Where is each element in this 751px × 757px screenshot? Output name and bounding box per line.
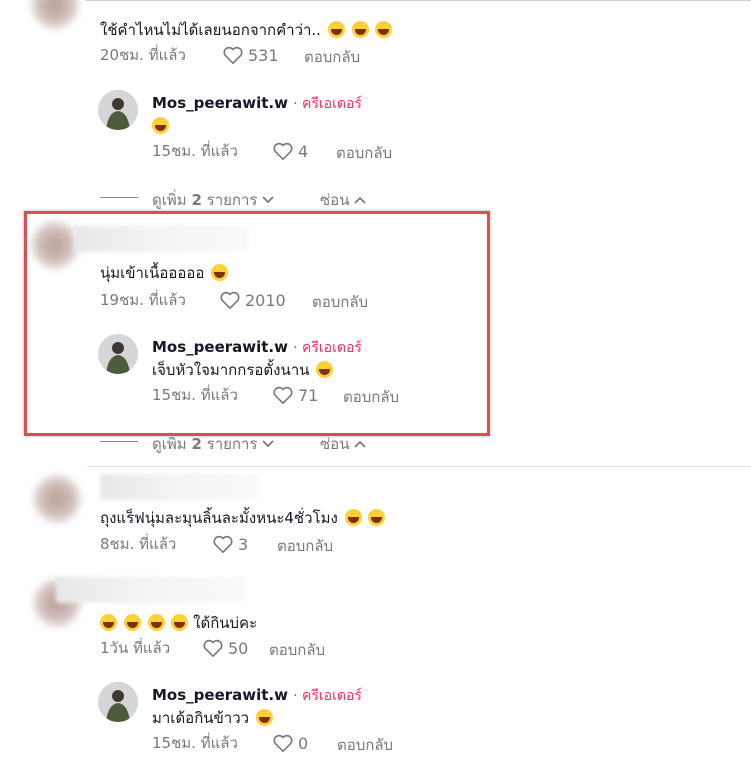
like-button[interactable]: 3 bbox=[212, 534, 248, 554]
reply-time: 15ชม. ที่แล้ว bbox=[152, 142, 238, 160]
rofl-emoji-icon bbox=[375, 21, 393, 38]
comment-time: 20ชม. ที่แล้ว bbox=[100, 46, 186, 64]
like-button[interactable]: 531 bbox=[222, 45, 279, 65]
chevron-up-icon bbox=[354, 440, 366, 448]
like-count: 3 bbox=[238, 534, 249, 554]
username-blurred bbox=[100, 474, 260, 500]
reply-header: Mos_peerawit.w · ครีเอเตอร์ bbox=[152, 93, 362, 115]
grin-emoji-icon bbox=[211, 264, 229, 281]
heart-outline-icon bbox=[273, 734, 293, 752]
rofl-emoji-icon bbox=[368, 509, 386, 526]
creator-badge: · ครีเอเตอร์ bbox=[293, 340, 362, 356]
grin-emoji-icon bbox=[123, 614, 141, 631]
hide-replies-button[interactable]: ซ่อน bbox=[320, 188, 366, 212]
top-divider bbox=[85, 0, 751, 1]
reply-time: 15ชม. ที่แล้ว bbox=[152, 386, 238, 404]
like-count: 4 bbox=[298, 141, 309, 161]
avatar-blurred bbox=[34, 476, 80, 522]
comment-time: 1วัน ที่แล้ว bbox=[100, 639, 171, 657]
heart-outline-icon bbox=[203, 639, 223, 657]
reply-button[interactable]: ตอบกลับ bbox=[336, 141, 392, 165]
hide-replies-button[interactable]: ซ่อน bbox=[320, 432, 366, 456]
like-button[interactable]: 71 bbox=[272, 385, 318, 405]
like-count: 71 bbox=[298, 385, 319, 405]
reply-header: Mos_peerawit.w · ครีเอเตอร์ bbox=[152, 685, 362, 707]
divider bbox=[87, 466, 751, 467]
reply-text: เจ็บหัวใจมากกรอตั้งนาน bbox=[152, 360, 334, 380]
avatar[interactable] bbox=[98, 334, 138, 374]
username[interactable]: Mos_peerawit.w bbox=[152, 94, 288, 112]
grin-emoji-icon bbox=[147, 614, 165, 631]
view-more-replies-button[interactable]: ดูเพิ่ม 2 รายการ bbox=[152, 432, 274, 456]
like-count: 2010 bbox=[245, 290, 286, 310]
comment-text: ถุงแร็ฟนุ่มละมุนลิ้นละมั้งหนะ4ชั่วโมง bbox=[100, 508, 386, 528]
like-button[interactable]: 2010 bbox=[219, 290, 286, 310]
rofl-emoji-icon bbox=[152, 117, 169, 134]
reply-header: Mos_peerawit.w · ครีเอเตอร์ bbox=[152, 337, 362, 359]
reply-button[interactable]: ตอบกลับ bbox=[304, 45, 360, 69]
rofl-emoji-icon bbox=[327, 21, 345, 38]
like-button[interactable]: 4 bbox=[272, 141, 308, 161]
like-count: 531 bbox=[248, 45, 279, 65]
heart-outline-icon bbox=[213, 535, 233, 553]
like-button[interactable]: 0 bbox=[272, 733, 308, 753]
grin-emoji-icon bbox=[100, 614, 117, 631]
like-count: 50 bbox=[228, 638, 249, 658]
reply-time: 15ชม. ที่แล้ว bbox=[152, 734, 238, 752]
heart-outline-icon bbox=[223, 46, 243, 64]
thread-divider bbox=[100, 441, 138, 442]
reply-text bbox=[152, 116, 169, 136]
chevron-down-icon bbox=[262, 196, 274, 204]
rofl-emoji-icon bbox=[255, 709, 273, 726]
avatar-blurred bbox=[32, 222, 78, 268]
comment-time: 8ชม. ที่แล้ว bbox=[100, 535, 177, 553]
rofl-emoji-icon bbox=[316, 361, 334, 378]
username-blurred bbox=[74, 226, 249, 252]
username[interactable]: Mos_peerawit.w bbox=[152, 686, 288, 704]
avatar-image bbox=[98, 334, 138, 374]
avatar[interactable] bbox=[98, 682, 138, 722]
reply-button[interactable]: ตอบกลับ bbox=[343, 385, 399, 409]
like-button[interactable]: 50 bbox=[202, 638, 248, 658]
thread-divider bbox=[100, 197, 138, 198]
grin-emoji-icon bbox=[171, 614, 189, 631]
chevron-up-icon bbox=[354, 196, 366, 204]
creator-badge: · ครีเอเตอร์ bbox=[293, 96, 362, 112]
grin-emoji-icon bbox=[344, 509, 362, 526]
avatar-blurred bbox=[32, 0, 78, 28]
reply-button[interactable]: ตอบกลับ bbox=[312, 290, 368, 314]
comment-text: ใช้คำไหนไม่ได้เลยนอกจากคำว่า.. bbox=[100, 20, 393, 40]
comment-text: นุ่มเข้าเนื้อออออ bbox=[100, 263, 229, 283]
reply-text: มาเด้อกินข้าวว bbox=[152, 708, 273, 728]
avatar-image bbox=[98, 90, 138, 130]
reply-button[interactable]: ตอบกลับ bbox=[269, 638, 325, 662]
heart-outline-icon bbox=[273, 142, 293, 160]
creator-badge: · ครีเอเตอร์ bbox=[293, 688, 362, 704]
like-count: 0 bbox=[298, 733, 309, 753]
username-blurred bbox=[56, 577, 246, 603]
comment-time: 19ชม. ที่แล้ว bbox=[100, 291, 186, 309]
view-more-replies-button[interactable]: ดูเพิ่ม 2 รายการ bbox=[152, 188, 274, 212]
reply-button[interactable]: ตอบกลับ bbox=[337, 733, 393, 757]
heart-outline-icon bbox=[273, 386, 293, 404]
reply-button[interactable]: ตอบกลับ bbox=[277, 534, 333, 558]
username[interactable]: Mos_peerawit.w bbox=[152, 338, 288, 356]
comment-text: ใด้กินบ่คะ bbox=[100, 613, 257, 633]
chevron-down-icon bbox=[262, 440, 274, 448]
avatar-image bbox=[98, 682, 138, 722]
heart-outline-icon bbox=[220, 291, 240, 309]
rofl-emoji-icon bbox=[351, 21, 369, 38]
avatar[interactable] bbox=[98, 90, 138, 130]
